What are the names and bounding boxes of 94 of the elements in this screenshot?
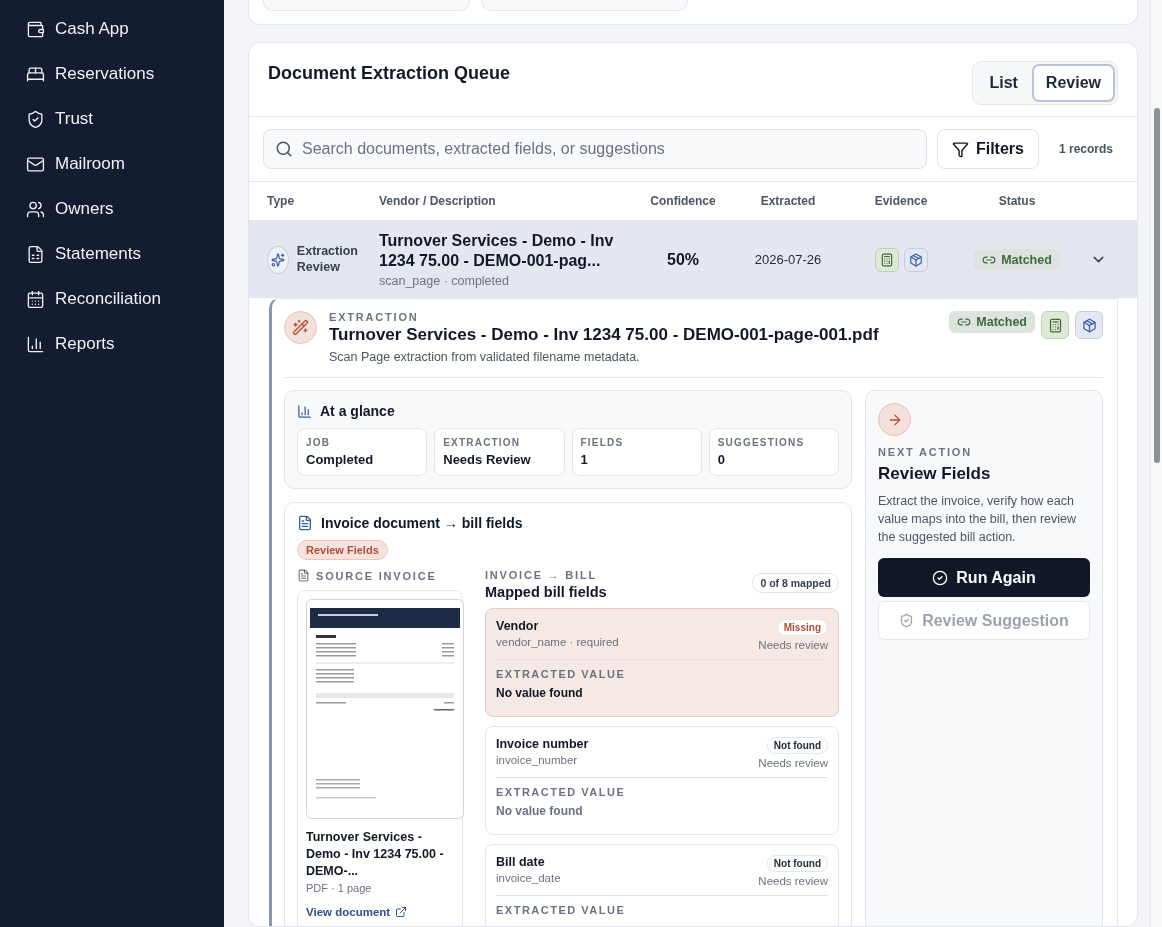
field-name: Bill date xyxy=(496,855,545,869)
sidebar-item[interactable]: Owners xyxy=(26,198,224,220)
calendar-icon xyxy=(26,289,45,309)
sidebar-item[interactable]: Mailroom xyxy=(26,153,224,175)
users-icon xyxy=(26,199,45,219)
check-circle-icon xyxy=(932,569,949,586)
column-header: Evidence xyxy=(874,194,928,208)
view-document-link[interactable]: View document xyxy=(306,905,408,918)
wallet-icon xyxy=(26,19,45,39)
sidebar-item[interactable]: Cash App xyxy=(26,18,224,40)
status-pill: Review Fields xyxy=(297,540,388,560)
shield-check-icon xyxy=(899,613,915,629)
vendor-name: Turnover Services - Demo - Inv 1234 75.00 - DEMO-001-pag... xyxy=(379,231,615,271)
field-name: Vendor xyxy=(496,619,539,633)
document-meta: PDF · 1 page xyxy=(306,881,373,894)
sidebar-item[interactable]: Reconciliation xyxy=(26,288,224,310)
stat-value: Needs Review xyxy=(443,452,532,467)
sidebar-item[interactable]: Trust xyxy=(26,108,224,130)
column-header: Extracted xyxy=(760,194,816,208)
wand-icon xyxy=(284,311,317,344)
filter-icon xyxy=(951,140,969,158)
section-label: INVOICE → BILL xyxy=(485,569,598,581)
stat-value: Completed xyxy=(306,452,375,467)
next-action-title: Review Fields xyxy=(878,464,992,484)
filters-button[interactable]: Filters xyxy=(936,129,1039,169)
status-badge: Matched xyxy=(949,311,1035,333)
queue-title: Document Extraction Queue xyxy=(268,63,511,85)
detail-eyebrow: EXTRACTION xyxy=(329,311,420,323)
review-status: Needs review xyxy=(758,757,828,769)
package-icon[interactable] xyxy=(1075,311,1103,339)
field-name: Invoice number xyxy=(496,737,589,751)
table-cell-text: Extraction Review xyxy=(296,243,359,276)
sidebar-item[interactable]: Reports xyxy=(26,333,224,355)
review-status: Needs review xyxy=(758,639,828,651)
column-header: Vendor / Description xyxy=(379,194,496,208)
view-tab[interactable]: List xyxy=(975,64,1032,102)
table-row[interactable]: Extraction Review Turnover Services - Demo - Inv 1234 75.00 - DEMO-001-pag... scan_page · completed 50% 2026-07-26 Matched xyxy=(249,221,1137,298)
section-label: SOURCE INVOICE xyxy=(316,569,437,582)
view-tab[interactable]: Review xyxy=(1031,64,1115,102)
field-status-badge: Not found xyxy=(766,855,828,872)
column-header: Confidence xyxy=(650,194,716,208)
table-cell: 2026-07-26 xyxy=(754,252,822,267)
stat-label: SUGGESTIONS xyxy=(717,437,806,448)
stat-value: 0 xyxy=(717,452,726,467)
bar-chart-icon xyxy=(26,334,45,354)
stat-value: 1 xyxy=(580,452,589,467)
stat-label: EXTRACTION xyxy=(443,437,522,448)
detail-title: Turnover Services - Demo - Inv 1234 75.00 - DEMO-001-page-001.pdf xyxy=(329,325,880,345)
document-icon xyxy=(297,569,310,582)
extracted-value: No value found xyxy=(496,686,584,700)
column-header: Status xyxy=(998,194,1036,208)
external-link-icon xyxy=(395,905,408,918)
section-heading: Mapped bill fields xyxy=(485,584,607,600)
calculator-icon[interactable] xyxy=(874,247,899,272)
record-count: 1 records xyxy=(1057,142,1114,156)
sidebar-item[interactable]: Reservations xyxy=(26,63,224,85)
calculator-icon[interactable] xyxy=(1041,311,1069,339)
scrollbar-thumb[interactable] xyxy=(1154,108,1160,463)
stat-label: JOB xyxy=(306,437,332,448)
value-label: EXTRACTED VALUE xyxy=(496,668,627,680)
column-header: Type xyxy=(267,194,295,208)
bed-icon xyxy=(26,64,45,84)
next-action-eyebrow: NEXT ACTION xyxy=(878,446,973,458)
table-cell: 50% xyxy=(667,250,699,269)
search-icon xyxy=(275,140,293,158)
panel-title: Invoice document → bill fields xyxy=(321,515,523,531)
review-status: Needs review xyxy=(758,875,828,887)
field-status-badge: Missing xyxy=(776,619,828,636)
run-again-button[interactable]: Run Again xyxy=(878,558,1090,598)
panel-title: At a glance xyxy=(320,403,395,419)
value-label: EXTRACTED VALUE xyxy=(496,904,627,916)
row-meta: scan_page · completed xyxy=(379,274,510,288)
document-icon xyxy=(26,244,45,264)
detail-subtitle: Scan Page extraction from validated filename metadata. xyxy=(329,350,641,364)
sparkle-icon xyxy=(267,245,289,274)
extracted-value: No value found xyxy=(496,804,584,818)
bar-chart-icon xyxy=(297,403,312,419)
sidebar-item[interactable]: Statements xyxy=(26,243,224,265)
search-field[interactable]: Search documents, extracted fields, or suggestions xyxy=(263,129,927,169)
document-title: Turnover Services - Demo - Inv 1234 75.00 - DEMO-... xyxy=(306,829,445,880)
stat-label: FIELDS xyxy=(580,437,625,448)
shield-check-icon xyxy=(26,109,45,129)
value-label: EXTRACTED VALUE xyxy=(496,786,627,798)
document-icon xyxy=(297,515,313,531)
scrollbar[interactable] xyxy=(1150,0,1162,927)
next-action-description: Extract the invoice, verify how each value maps into the bill, then review the suggested bill action. xyxy=(878,493,1078,547)
package-icon[interactable] xyxy=(903,247,928,272)
arrow-right-icon xyxy=(878,403,911,436)
field-status-badge: Not found xyxy=(766,737,828,754)
field-key: vendor_name · required xyxy=(496,636,619,648)
mail-icon xyxy=(26,154,45,174)
field-key: invoice_date xyxy=(496,872,561,884)
status-badge: Matched xyxy=(974,248,1060,271)
field-key: invoice_number xyxy=(496,754,578,766)
